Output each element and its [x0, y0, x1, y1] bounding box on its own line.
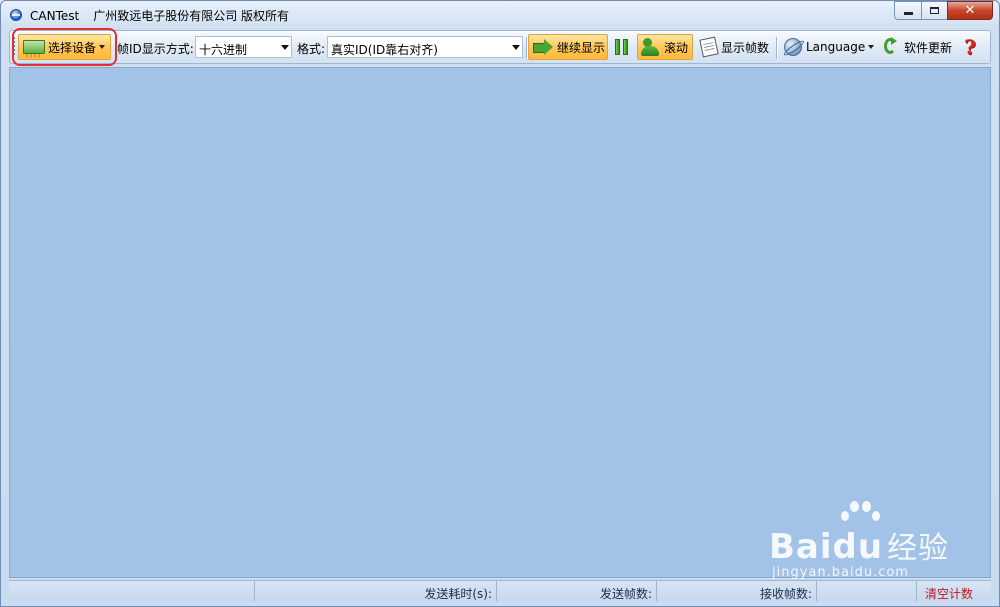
status-cell-send-time: 发送耗时(s): — [255, 581, 497, 601]
show-frame-count-label: 显示帧数 — [721, 40, 770, 55]
pause-icon — [615, 39, 629, 55]
chevron-down-icon — [99, 45, 106, 49]
pause-button[interactable] — [612, 34, 632, 60]
watermark-brand-b: du — [832, 527, 884, 567]
maximize-button[interactable] — [921, 1, 948, 20]
select-device-button[interactable]: 选择设备 — [12, 28, 117, 66]
baidu-watermark: Baidu 经验 jingyan.baidu.com — [769, 501, 979, 591]
close-button[interactable]: ✕ — [947, 1, 993, 20]
toolbar-grip[interactable] — [13, 37, 15, 57]
interface-card-icon — [23, 40, 45, 57]
continue-display-label: 继续显示 — [557, 40, 606, 55]
minimize-icon — [903, 12, 913, 15]
software-update-label: 软件更新 — [904, 40, 953, 55]
frame-id-format-label: 帧ID显示方式: — [117, 42, 194, 56]
close-icon: ✕ — [964, 3, 976, 18]
app-icon[interactable] — [10, 9, 22, 21]
continue-display-button[interactable]: 继续显示 — [528, 34, 608, 60]
main-window: CANTest 广州致远电子股份有限公司 版权所有 ✕ 选择设备 帧ID显示方式:… — [0, 0, 1000, 607]
language-button[interactable]: Language — [780, 34, 876, 60]
format-value: 真实ID(ID靠右对齐) — [331, 43, 438, 57]
globe-icon — [784, 38, 802, 56]
status-cell-empty — [9, 581, 255, 601]
scroll-label: 滚动 — [664, 40, 689, 55]
green-arrow-icon — [533, 39, 553, 55]
status-cell-send-frames: 发送帧数: — [497, 581, 657, 601]
select-device-label: 选择设备 — [48, 40, 97, 55]
help-button[interactable]: ? — [959, 34, 981, 60]
send-frames-label: 发送帧数: — [599, 587, 652, 601]
maximize-icon — [930, 7, 939, 14]
watermark-brand-a: Bai — [769, 527, 833, 567]
dropdown-arrow-icon[interactable] — [509, 37, 522, 57]
scroll-person-icon — [641, 38, 661, 56]
software-update-button[interactable]: 软件更新 — [878, 34, 956, 60]
document-icon — [699, 36, 719, 58]
frame-id-format-value: 十六进制 — [199, 43, 248, 57]
refresh-icon — [882, 37, 900, 57]
format-label: 格式: — [297, 42, 326, 56]
dropdown-arrow-icon[interactable] — [278, 37, 291, 57]
window-title: CANTest 广州致远电子股份有限公司 版权所有 — [30, 7, 289, 24]
minimize-button[interactable] — [894, 1, 922, 20]
send-time-label: 发送耗时(s): — [424, 587, 492, 601]
show-frame-count-button[interactable]: 显示帧数 — [697, 34, 773, 60]
language-label: Language — [806, 40, 866, 54]
main-toolbar: 选择设备 帧ID显示方式: 十六进制 格式: 真实ID(ID靠右对齐) 继续显示… — [9, 28, 991, 66]
title-bar: CANTest 广州致远电子股份有限公司 版权所有 ✕ — [1, 1, 999, 29]
watermark-url: jingyan.baidu.com — [772, 565, 909, 580]
scroll-button[interactable]: 滚动 — [637, 34, 693, 60]
format-select[interactable]: 真实ID(ID靠右对齐) — [327, 36, 523, 58]
watermark-brand: Baidu 经验 — [769, 523, 949, 567]
watermark-brand-cn: 经验 — [887, 531, 950, 566]
frame-id-format-select[interactable]: 十六进制 — [195, 36, 292, 58]
toolbar-separator — [776, 37, 777, 59]
toolbar-separator — [526, 37, 527, 59]
copyright-text: 广州致远电子股份有限公司 版权所有 — [93, 9, 290, 23]
app-name: CANTest — [30, 9, 80, 23]
chevron-down-icon — [868, 45, 875, 49]
help-icon: ? — [964, 35, 976, 59]
